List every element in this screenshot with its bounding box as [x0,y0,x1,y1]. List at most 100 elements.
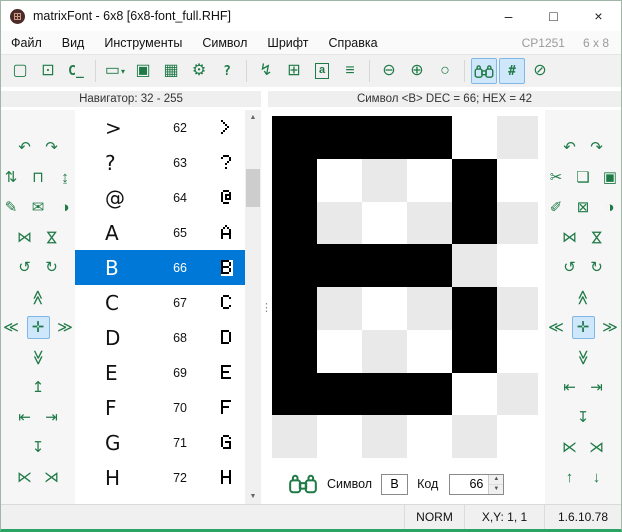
import-font-button[interactable]: ⊡ [35,58,61,84]
right-paste-button[interactable]: ▣ [599,166,622,189]
menu-item-font[interactable]: Шрифт [257,31,318,54]
right-copy-button[interactable]: ❏ [572,166,595,189]
left-center-vertical-button[interactable]: ⋊ [40,466,63,489]
grid-toggle-button[interactable]: # [499,58,525,84]
pixel-cell[interactable] [362,116,407,159]
pixel-cell[interactable] [407,287,452,330]
save-font-as-button[interactable]: ▦ [158,58,184,84]
pixel-cell[interactable] [497,116,542,159]
left-shift-left-button[interactable]: ⇤ [13,406,36,429]
left-shift-right-button[interactable]: ⇥ [40,406,63,429]
pixel-cell[interactable] [362,244,407,287]
pixel-cell[interactable] [362,159,407,202]
help-button[interactable]: ? [214,58,240,84]
right-shift-left-button[interactable]: ⇤ [558,376,581,399]
right-roll-left-button[interactable]: ≪ [545,316,568,339]
right-center-vertical-button[interactable]: ⋊ [585,436,608,459]
pixel-cell[interactable] [317,330,362,373]
generate-button[interactable]: ↯ [253,58,279,84]
navigator-row-selected[interactable]: B66 [75,250,245,285]
pixel-cell[interactable] [272,116,317,159]
navigator-row[interactable]: H72 [75,460,245,495]
pixel-cell[interactable] [407,244,452,287]
left-canvas-size-button[interactable]: ↨ [54,166,76,189]
pixel-cell[interactable] [497,415,542,458]
pixel-cell[interactable] [407,116,452,159]
right-merge-button[interactable]: ⊠ [572,196,595,219]
navigator-row[interactable]: @64 [75,180,245,215]
pixel-cell[interactable] [497,159,542,202]
pixel-cell[interactable] [497,287,542,330]
navigator-scrollbar[interactable]: ▲ ▼ [245,110,261,504]
new-font-button[interactable]: ▢ [7,58,33,84]
right-next-char-button[interactable]: ↓ [585,466,608,489]
right-center-horizontal-button[interactable]: ⋉ [558,436,581,459]
right-undo-button[interactable]: ↶ [558,136,581,159]
menu-item-view[interactable]: Вид [52,31,95,54]
save-font-button[interactable]: ▣ [130,58,156,84]
symbol-input[interactable]: B [381,474,408,495]
pixel-cell[interactable] [272,159,317,202]
right-shift-right-button[interactable]: ⇥ [585,376,608,399]
open-font-button[interactable]: ▭▾ [102,58,128,84]
pixel-cell[interactable] [272,415,317,458]
navigator-row[interactable]: C67 [75,285,245,320]
pixel-cell[interactable] [407,415,452,458]
navigator-row[interactable]: F70 [75,390,245,425]
splitter-left[interactable]: ⋮ [261,110,272,504]
zoom-in-button[interactable]: ⊕ [404,58,430,84]
pixel-cell[interactable] [362,373,407,416]
left-roll-down-button[interactable]: ≫ [27,346,50,369]
left-crop-button[interactable]: ⊓ [27,166,50,189]
right-mirror-horizontal-button[interactable]: ⋈ [558,226,581,249]
scrollbar-thumb[interactable] [246,169,260,207]
pixel-cell[interactable] [407,330,452,373]
pixel-cell[interactable] [272,244,317,287]
left-pencil-button[interactable]: ✎ [1,196,23,219]
left-rotate-right-button[interactable]: ↻ [40,256,63,279]
close-button[interactable]: × [576,1,621,31]
pixel-cell[interactable] [272,202,317,245]
left-roll-left-button[interactable]: ≪ [1,316,23,339]
left-shift-bottom-button[interactable]: ↧ [27,436,50,459]
navigator-row[interactable]: ?63 [75,145,245,180]
navigator-row[interactable]: G71 [75,425,245,460]
pixel-cell[interactable] [452,373,497,416]
pixel-cell[interactable] [317,415,362,458]
code-up-button[interactable]: ▲ [489,475,503,485]
pixel-cell[interactable] [497,330,542,373]
right-move-mode-button[interactable]: ✛ [572,316,595,339]
left-center-horizontal-button[interactable]: ⋉ [13,466,36,489]
pixel-cell[interactable] [317,116,362,159]
pixel-cell[interactable] [452,244,497,287]
encoding-button[interactable]: C_ [63,58,89,84]
right-rotate-left-button[interactable]: ↺ [558,256,581,279]
left-invert-button[interactable]: ◑ [54,196,76,219]
right-invert-button[interactable]: ◑ [599,196,622,219]
left-roll-up-button[interactable]: ≫ [27,286,50,309]
pixel-cell[interactable] [452,116,497,159]
minimize-button[interactable]: – [486,1,531,31]
pixel-cell[interactable] [407,202,452,245]
navigator-row[interactable]: I73 [75,495,245,504]
settings-gear-button[interactable]: ⚙ [186,58,212,84]
right-roll-down-button[interactable]: ≫ [572,346,595,369]
left-rotate-left-button[interactable]: ↺ [13,256,36,279]
menu-item-file[interactable]: Файл [1,31,52,54]
pixel-cell[interactable] [362,287,407,330]
navigator-row[interactable]: D68 [75,320,245,355]
zoom-out-button[interactable]: ⊖ [376,58,402,84]
left-redo-button[interactable]: ↷ [40,136,63,159]
pixel-cell[interactable] [497,373,542,416]
left-undo-button[interactable]: ↶ [13,136,36,159]
scroll-up-button[interactable]: ▲ [245,110,261,125]
right-shift-bottom-button[interactable]: ↧ [572,406,595,429]
right-cut-button[interactable]: ✂ [545,166,568,189]
pixel-cell[interactable] [317,244,362,287]
left-import-char-button[interactable]: ✉ [27,196,50,219]
pixel-cell[interactable] [452,415,497,458]
navigator-row[interactable]: A65 [75,215,245,250]
right-roll-up-button[interactable]: ≫ [572,286,595,309]
pixel-cell[interactable] [317,159,362,202]
right-rotate-right-button[interactable]: ↻ [585,256,608,279]
